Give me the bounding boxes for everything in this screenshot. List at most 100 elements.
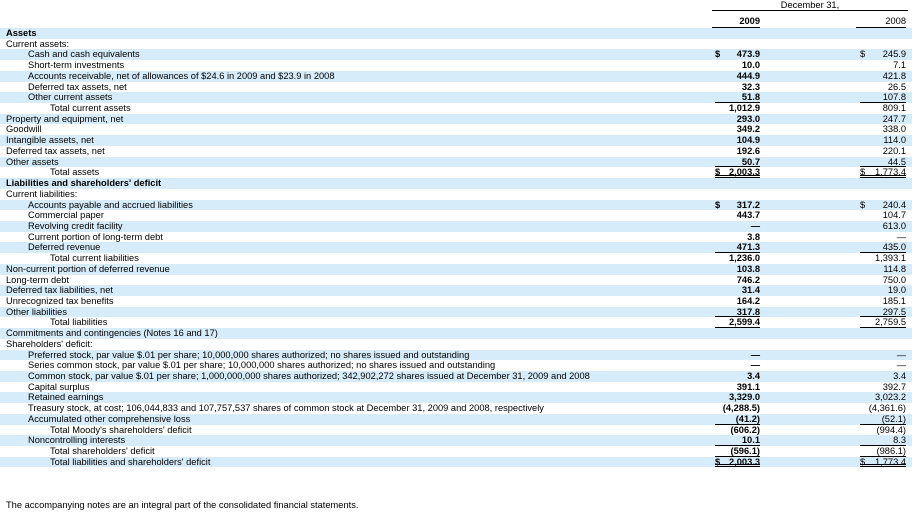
table-row: Unrecognized tax benefits 164.2 185.1 xyxy=(0,296,912,307)
value-2008: 809.1 xyxy=(882,103,906,114)
value-2008: 338.0 xyxy=(882,124,906,135)
value-2009: — xyxy=(750,220,760,231)
table-row: Assets xyxy=(0,28,912,39)
value-2008: 392.7 xyxy=(882,381,906,392)
year-2008-heading: 2008 xyxy=(885,16,906,26)
row-label: Goodwill xyxy=(6,124,42,135)
row-label: Other current assets xyxy=(28,92,113,103)
row-label: Treasury stock, at cost; 106,044,833 and… xyxy=(28,403,544,414)
table-row: Total assets $ $2,003.3 1,773.4 xyxy=(0,167,912,179)
value-2009: 349.2 xyxy=(736,124,760,135)
table-row: Total liabilities and shareholders' defi… xyxy=(0,456,912,468)
row-label: Common stock, par value $.01 per share; … xyxy=(28,371,590,381)
value-2009: 164.2 xyxy=(736,295,760,306)
row-label: Deferred tax liabilities, net xyxy=(6,285,113,296)
value-2008: 220.1 xyxy=(882,145,906,156)
value-2009: 104.9 xyxy=(736,135,760,146)
row-label: Total shareholders' deficit xyxy=(50,446,155,457)
balance-sheet-table: Assets Current assets: Cash and cash equiv… xyxy=(0,28,912,468)
table-row: Goodwill 349.2 338.0 xyxy=(0,124,912,135)
value-2009: 10.0 xyxy=(741,60,760,71)
value-2009: 317.2 xyxy=(736,199,760,210)
value-2009: 746.2 xyxy=(736,274,760,285)
table-row: Total current assets 1,012.9 809.1 xyxy=(0,103,912,114)
table-row: Revolving credit facility — 613.0 xyxy=(0,220,912,232)
table-row: Total Moody's shareholders' deficit (606.… xyxy=(0,425,912,436)
value-2008: 104.7 xyxy=(882,210,906,221)
value-2008: 114.0 xyxy=(883,135,906,146)
underline-rule xyxy=(860,464,906,468)
table-row: Current liabilities: xyxy=(0,189,912,200)
table-row: Liabilities and shareholders' deficit xyxy=(0,178,912,189)
value-2009: 3.4 xyxy=(747,371,760,381)
value-2009: 1,236.0 xyxy=(728,253,760,264)
table-row: Total liabilities 2,599.4 2,759.5 xyxy=(0,317,912,329)
row-label: Liabilities and shareholders' deficit xyxy=(6,178,162,189)
row-label: Property and equipment, net xyxy=(6,113,124,124)
value-2008: — xyxy=(896,231,906,242)
table-row: Intangible assets, net 104.9 114.0 xyxy=(0,135,912,146)
table-row: Accumulated other comprehensive loss (41.… xyxy=(0,413,912,425)
row-label: Retained earnings xyxy=(28,392,104,403)
table-row: Deferred revenue 471.3 435.0 xyxy=(0,242,912,254)
row-label: Non-current portion of deferred revenue xyxy=(6,263,170,274)
value-2009: 391.1 xyxy=(736,381,760,392)
table-row: Capital surplus 391.1 392.7 xyxy=(0,382,912,393)
row-label: Current portion of long-term debt xyxy=(28,231,163,242)
value-2009: 293.0 xyxy=(736,113,760,124)
value-2009: 444.9 xyxy=(736,70,760,81)
table-row: Current assets: xyxy=(0,39,912,50)
table-row: Treasury stock, at cost; 106,044,833 and… xyxy=(0,403,912,414)
row-label: Accounts receivable, net of allowances o… xyxy=(28,70,335,81)
value-2008: — xyxy=(896,360,906,371)
value-2009: 192.6 xyxy=(736,145,760,156)
row-label: Total assets xyxy=(50,167,100,178)
row-label: Short-term investments xyxy=(28,60,125,71)
table-row: Common stock, par value $.01 per share; … xyxy=(0,371,912,382)
footnote: The accompanying notes are an integral p… xyxy=(6,500,359,510)
value-2009: 32.3 xyxy=(741,81,760,92)
value-2008: 3.4 xyxy=(893,371,906,381)
value-2009: 473.9 xyxy=(736,49,760,60)
value-2008: 421.8 xyxy=(882,70,906,81)
row-label: Series common stock, par value $.01 per … xyxy=(28,360,496,371)
table-row: Current portion of long-term debt 3.8 — xyxy=(0,232,912,243)
row-label: Preferred stock, par value $.01 per shar… xyxy=(28,349,470,360)
row-label: Current liabilities: xyxy=(6,188,78,199)
table-row: Total shareholders' deficit (596.1) (986.1… xyxy=(0,446,912,457)
row-label: Total Moody's shareholders' deficit xyxy=(50,424,192,435)
row-label: Total current assets xyxy=(50,103,131,114)
table-row: Noncontrolling interests 10.1 8.3 xyxy=(0,435,912,447)
table-row: Series common stock, par value $.01 per … xyxy=(0,360,912,371)
value-2008: 26.5 xyxy=(887,81,906,92)
table-row: Commitments and contingencies (Notes 16 … xyxy=(0,328,912,339)
value-2009: 3.8 xyxy=(747,231,760,242)
table-row: Other assets 50.7 44.5 xyxy=(0,156,912,168)
value-2008: 3,023.2 xyxy=(874,392,906,403)
table-row: Shareholders' deficit: xyxy=(0,339,912,350)
row-label: Other liabilities xyxy=(6,306,67,317)
table-row: Property and equipment, net 293.0 247.7 xyxy=(0,113,912,125)
table-row: Commercial paper 443.7 104.7 xyxy=(0,210,912,221)
table-row: Preferred stock, par value $.01 per shar… xyxy=(0,349,912,361)
table-row: Retained earnings 3,329.0 3,023.2 xyxy=(0,392,912,404)
table-row: Accounts payable and accrued liabilities… xyxy=(0,199,912,211)
table-row: Other current assets 51.8 107.8 xyxy=(0,92,912,104)
row-label: Deferred revenue xyxy=(28,242,101,253)
value-2008: (994.4) xyxy=(876,424,906,435)
value-2009: 1,012.9 xyxy=(728,103,760,114)
table-row: Total current liabilities 1,236.0 1,393.1 xyxy=(0,253,912,264)
value-2009: — xyxy=(750,349,760,360)
value-2008: 1,393.1 xyxy=(874,253,906,264)
row-label: Current assets: xyxy=(6,38,70,49)
table-row: Accounts receivable, net of allowances o… xyxy=(0,70,912,82)
table-header: December 31, 2009 2008 xyxy=(0,0,912,28)
value-2008: 114.8 xyxy=(883,263,906,274)
row-label: Total liabilities and shareholders' defi… xyxy=(50,456,211,467)
period-heading: December 31, xyxy=(780,0,840,10)
value-2008: 750.0 xyxy=(882,274,906,285)
row-label: Unrecognized tax benefits xyxy=(6,295,114,306)
underline-rule xyxy=(715,464,760,468)
row-label: Shareholders' deficit: xyxy=(6,338,93,349)
row-label: Intangible assets, net xyxy=(6,135,94,146)
